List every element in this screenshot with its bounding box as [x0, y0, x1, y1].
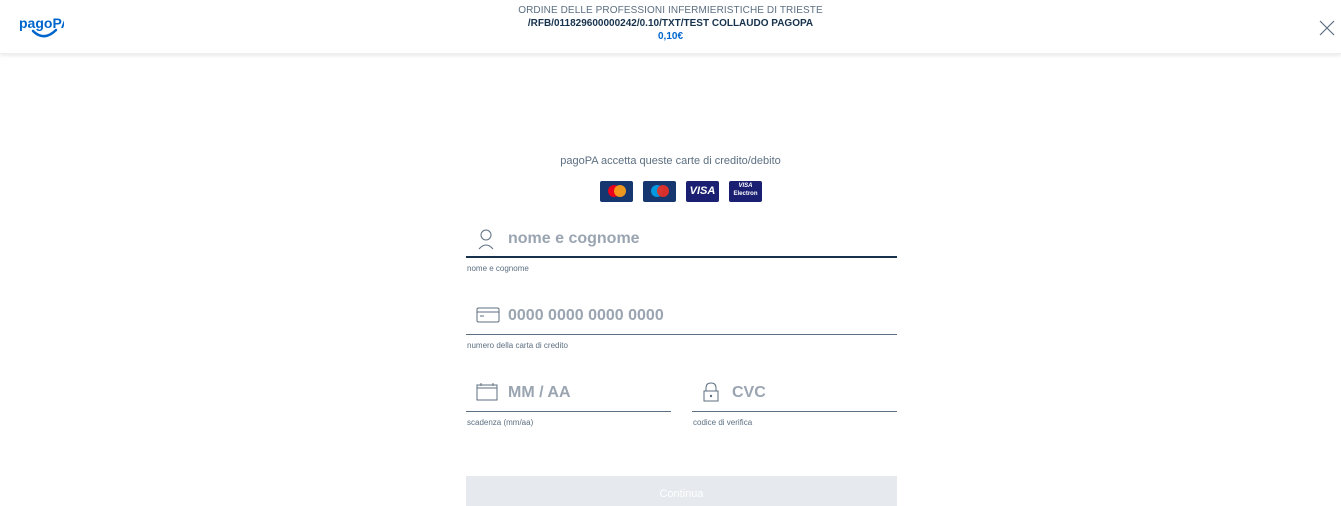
merchant-name: ORDINE DELLE PROFESSIONI INFERMIERISTICH…: [518, 5, 823, 16]
close-icon: [1319, 20, 1335, 36]
visa-logo-text: VISA: [689, 185, 716, 197]
visa-electron-logo: VISA Electron: [729, 181, 762, 202]
name-placeholder: nome e cognome: [508, 230, 640, 247]
name-field[interactable]: nome e cognome: [466, 223, 897, 258]
maestro-logo: [643, 181, 676, 202]
payment-amount: 0,10€: [657, 31, 684, 42]
visa-electron-bottom-text: Electron: [733, 191, 758, 197]
payment-description: /RFB/011829600000242/0.10/TXT/TEST COLLA…: [527, 18, 814, 29]
card-number-placeholder: 0000 0000 0000 0000: [508, 307, 664, 324]
visa-electron-top-text: VISA: [738, 183, 753, 189]
cvc-label: codice di verifica: [693, 418, 753, 427]
expiry-placeholder: MM / AA: [508, 384, 571, 401]
expiry-label: scadenza (mm/aa): [467, 418, 534, 427]
credit-card-icon: [476, 307, 500, 323]
mastercard-logo: [600, 181, 633, 202]
payment-summary: ORDINE DELLE PROFESSIONI INFERMIERISTICH…: [0, 4, 1341, 44]
user-icon: [478, 229, 494, 250]
name-label: nome e cognome: [467, 264, 529, 273]
lock-icon: [703, 382, 719, 402]
visa-logo: VISA: [686, 181, 719, 202]
header-bar: pagoPA ORDINE DELLE PROFESSIONI INFERMIE…: [0, 0, 1341, 54]
expiry-field[interactable]: MM / AA: [466, 377, 671, 412]
card-number-label: numero della carta di credito: [467, 341, 568, 350]
cvc-field[interactable]: CVC: [692, 377, 897, 412]
cvc-placeholder: CVC: [732, 384, 766, 401]
calendar-icon: [476, 383, 498, 401]
card-number-field[interactable]: 0000 0000 0000 0000: [466, 300, 897, 335]
continue-button[interactable]: Continua: [466, 476, 897, 506]
accepted-cards-title: pagoPA accetta queste carte di credito/d…: [560, 155, 781, 167]
close-button[interactable]: [1317, 18, 1337, 38]
